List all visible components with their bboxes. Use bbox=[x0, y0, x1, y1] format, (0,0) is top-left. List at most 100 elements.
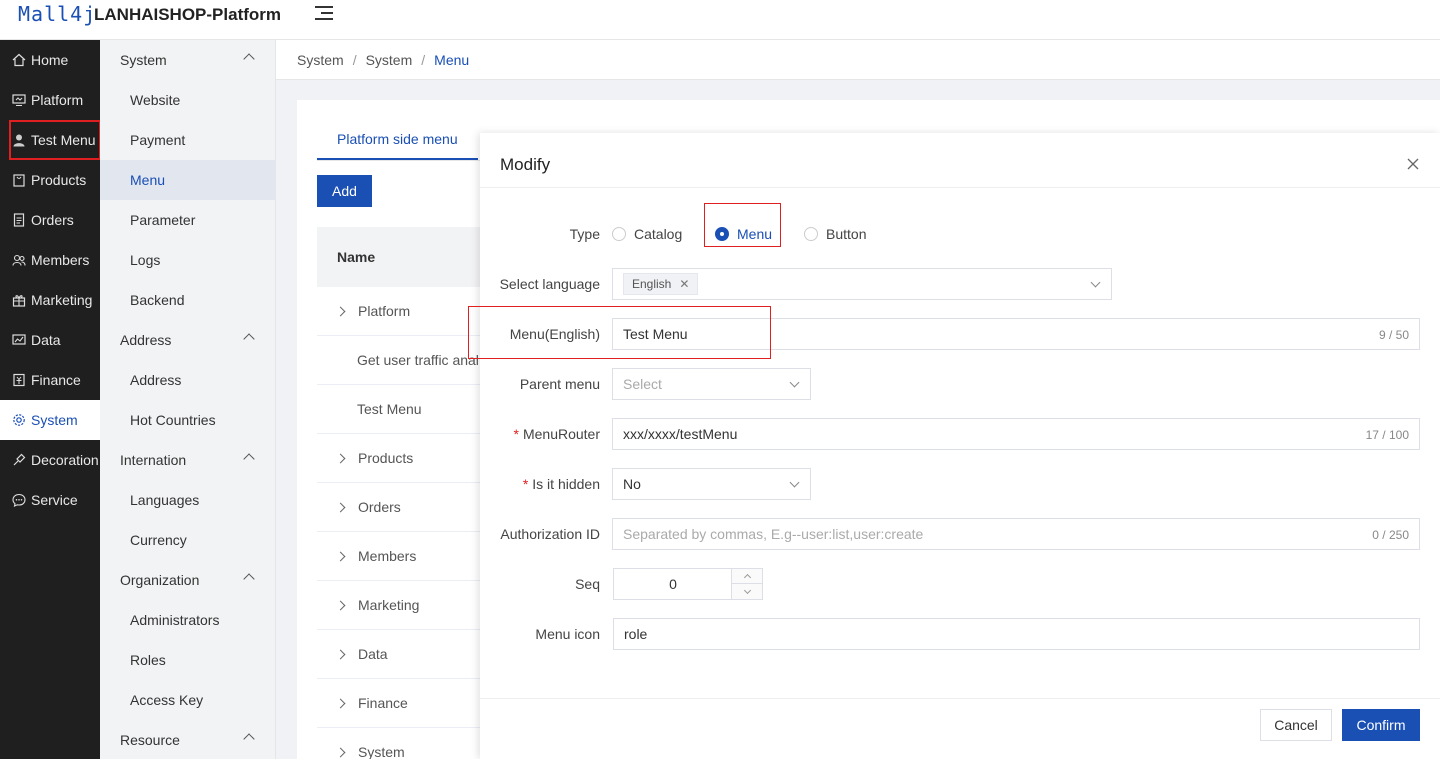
submenu-item-hot-countries[interactable]: Hot Countries bbox=[100, 400, 275, 440]
breadcrumb-item[interactable]: System bbox=[297, 52, 344, 68]
chart-icon bbox=[12, 333, 26, 347]
chevron-right-icon[interactable] bbox=[335, 649, 346, 659]
menu-icon-label: Menu icon bbox=[535, 626, 600, 642]
submenu-item-website[interactable]: Website bbox=[100, 80, 275, 120]
chevron-right-icon[interactable] bbox=[335, 306, 346, 316]
tab-platform-side-menu[interactable]: Platform side menu bbox=[317, 120, 478, 160]
sidebar-item-members[interactable]: Members bbox=[0, 240, 100, 280]
char-counter: 17 / 100 bbox=[1365, 428, 1409, 442]
select-placeholder: Select bbox=[623, 376, 662, 392]
sidebar-item-platform[interactable]: Platform bbox=[0, 80, 100, 120]
sidebar-item-data[interactable]: Data bbox=[0, 320, 100, 360]
required-mark: * bbox=[513, 426, 519, 442]
sidebar-item-test-menu[interactable]: Test Menu bbox=[9, 120, 101, 160]
chevron-up-icon bbox=[243, 573, 255, 585]
submenu-item-logs[interactable]: Logs bbox=[100, 240, 275, 280]
sidebar-item-finance[interactable]: Finance bbox=[0, 360, 100, 400]
gift-icon bbox=[12, 293, 26, 307]
sidebar-item-system[interactable]: System bbox=[0, 400, 100, 440]
finance-icon bbox=[12, 373, 26, 387]
seq-stepper[interactable]: 0 bbox=[613, 568, 763, 600]
breadcrumb-item[interactable]: System bbox=[366, 52, 413, 68]
row-label: Products bbox=[358, 450, 414, 466]
chevron-down-icon bbox=[1090, 277, 1101, 288]
submenu-group-label: Address bbox=[120, 332, 172, 348]
breadcrumb-current: Menu bbox=[434, 51, 470, 68]
hidden-select[interactable]: No bbox=[612, 468, 811, 500]
sidebar-item-home[interactable]: Home bbox=[0, 40, 100, 80]
radio-label: Button bbox=[826, 226, 867, 242]
row-label: Test Menu bbox=[357, 401, 422, 417]
sidebar-item-decoration[interactable]: Decoration bbox=[0, 440, 100, 480]
authorization-input[interactable]: Separated by commas, E.g--user:list,user… bbox=[612, 518, 1420, 550]
chevron-right-icon[interactable] bbox=[335, 747, 346, 757]
language-tag: English ✕ bbox=[623, 273, 699, 295]
chevron-right-icon[interactable] bbox=[335, 600, 346, 610]
language-label: Select language bbox=[499, 276, 600, 292]
chevron-right-icon[interactable] bbox=[335, 502, 346, 512]
menu-name-input[interactable]: Test Menu 9 / 50 bbox=[612, 318, 1420, 350]
sidebar-item-orders[interactable]: Orders bbox=[0, 200, 100, 240]
submenu-group-organization[interactable]: Organization bbox=[100, 560, 275, 600]
dialog-title: Modify bbox=[500, 155, 551, 174]
submenu-item-parameter[interactable]: Parameter bbox=[100, 200, 275, 240]
submenu-group-system[interactable]: System bbox=[100, 40, 275, 80]
modify-dialog: Modify Type Catalog Menu Button Select l… bbox=[468, 133, 1440, 759]
submenu-item-address[interactable]: Address bbox=[100, 360, 275, 400]
app-title: LANHAISHOP-Platform bbox=[94, 5, 282, 24]
dialog-footer-divider bbox=[480, 698, 1440, 699]
decrement-icon[interactable] bbox=[732, 584, 763, 599]
hidden-label: * Is it hidden bbox=[480, 476, 600, 492]
submenu-group-label: Resource bbox=[120, 732, 180, 748]
menu-toggle-icon[interactable] bbox=[315, 6, 333, 22]
select-value: No bbox=[623, 476, 641, 492]
increment-icon[interactable] bbox=[732, 569, 763, 584]
chevron-right-icon[interactable] bbox=[335, 698, 346, 708]
breadcrumb-separator: / bbox=[352, 51, 357, 68]
submenu-group-internation[interactable]: Internation bbox=[100, 440, 275, 480]
tag-close-icon[interactable]: ✕ bbox=[679, 277, 689, 291]
add-button[interactable]: Add bbox=[317, 175, 372, 207]
submenu-item-access-key[interactable]: Access Key bbox=[100, 680, 275, 720]
type-radio-menu[interactable]: Menu bbox=[715, 226, 772, 242]
row-label: Data bbox=[358, 646, 388, 662]
chevron-up-icon bbox=[243, 453, 255, 465]
submenu-group-resource[interactable]: Resource bbox=[100, 720, 275, 759]
submenu-item-currency[interactable]: Currency bbox=[100, 520, 275, 560]
chat-icon bbox=[12, 493, 26, 507]
submenu-item-languages[interactable]: Languages bbox=[100, 480, 275, 520]
breadcrumb-separator: / bbox=[421, 51, 426, 68]
menu-icon-input[interactable]: role bbox=[613, 618, 1420, 650]
submenu-item-roles[interactable]: Roles bbox=[100, 640, 275, 680]
row-label: Platform bbox=[358, 303, 411, 319]
cancel-button[interactable]: Cancel bbox=[1260, 709, 1332, 741]
submenu-item-backend[interactable]: Backend bbox=[100, 280, 275, 320]
language-select[interactable]: English ✕ bbox=[612, 268, 1112, 300]
sidebar-item-service[interactable]: Service bbox=[0, 480, 100, 520]
type-radio-catalog[interactable]: Catalog bbox=[612, 226, 682, 242]
hidden-field: * Is it hidden No bbox=[480, 468, 1440, 500]
menu-router-field: * MenuRouter xxx/xxxx/testMenu 17 / 100 bbox=[480, 418, 1440, 450]
brand-logo[interactable]: Mall4j bbox=[18, 2, 96, 26]
sidebar-item-products[interactable]: Products bbox=[0, 160, 100, 200]
submenu-item-menu[interactable]: Menu bbox=[100, 160, 275, 200]
chevron-right-icon[interactable] bbox=[335, 551, 346, 561]
seq-field: Seq 0 bbox=[480, 568, 1440, 600]
menu-router-input[interactable]: xxx/xxxx/testMenu 17 / 100 bbox=[612, 418, 1420, 450]
row-label: Finance bbox=[358, 695, 408, 711]
confirm-button[interactable]: Confirm bbox=[1342, 709, 1420, 741]
chevron-right-icon[interactable] bbox=[335, 453, 346, 463]
close-icon[interactable] bbox=[1406, 157, 1420, 171]
required-mark: * bbox=[522, 476, 529, 492]
sidebar-item-marketing[interactable]: Marketing bbox=[0, 280, 100, 320]
type-radio-button[interactable]: Button bbox=[804, 226, 866, 242]
submenu-group-address[interactable]: Address bbox=[100, 320, 275, 360]
radio-circle-icon bbox=[804, 227, 818, 241]
parent-menu-select[interactable]: Select bbox=[612, 368, 811, 400]
menu-router-label: * MenuRouter bbox=[480, 426, 601, 442]
submenu-item-administrators[interactable]: Administrators bbox=[100, 600, 275, 640]
submenu-item-payment[interactable]: Payment bbox=[100, 120, 275, 160]
submenu-panel: System Website Payment Menu Parameter Lo… bbox=[100, 40, 276, 759]
type-field: Type Catalog Menu Button bbox=[480, 218, 1440, 250]
dialog-header-divider bbox=[480, 187, 1440, 188]
